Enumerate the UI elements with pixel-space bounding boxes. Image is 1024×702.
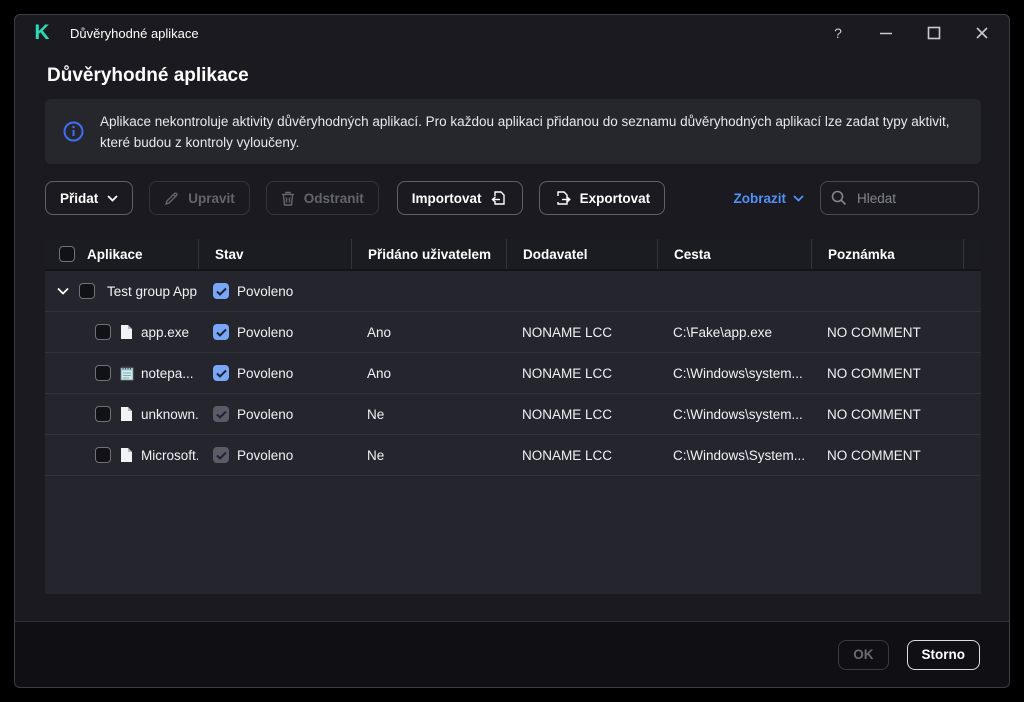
status-checkbox[interactable]	[213, 324, 229, 340]
path-cell: C:\Windows\System...	[657, 435, 811, 475]
import-icon	[491, 190, 508, 206]
document-icon	[120, 324, 134, 340]
path-cell: C:\Windows\system...	[657, 394, 811, 434]
comment-cell: NO COMMENT	[811, 394, 963, 434]
column-header-cesta: Cesta	[657, 239, 811, 269]
edit-button[interactable]: Upravit	[149, 181, 250, 215]
status-checkbox[interactable]	[213, 406, 229, 422]
comment-cell: NO COMMENT	[811, 312, 963, 352]
kaspersky-logo-icon: K	[31, 22, 53, 44]
banner-text: Aplikace nekontroluje aktivity důvěryhod…	[100, 111, 957, 153]
status-checkbox[interactable]	[213, 365, 229, 381]
export-button[interactable]: Exportovat	[539, 181, 666, 215]
search-icon	[831, 190, 847, 206]
info-banner: Aplikace nekontroluje aktivity důvěryhod…	[45, 99, 981, 164]
comment-cell: NO COMMENT	[811, 353, 963, 393]
table-group-row[interactable]: Test group App Povoleno	[45, 271, 981, 312]
extra-cell	[963, 353, 981, 393]
added-by-user-cell: Ano	[351, 353, 506, 393]
status-label: Povoleno	[237, 325, 293, 340]
vendor-cell: NONAME LCC	[506, 435, 657, 475]
status-checkbox[interactable]	[213, 283, 229, 299]
table-row[interactable]: unknown.... Povoleno Ne NONAME LCC C:\Wi…	[45, 394, 981, 435]
app-name: app.exe	[141, 325, 189, 340]
notepad-icon	[120, 365, 134, 381]
column-header-poznamka: Poznámka	[811, 239, 963, 269]
close-button[interactable]	[975, 26, 989, 40]
comment-cell: NO COMMENT	[811, 435, 963, 475]
added-by-user-cell: Ano	[351, 312, 506, 352]
add-button[interactable]: Přidat	[45, 181, 133, 215]
extra-cell	[963, 312, 981, 352]
edit-button-label: Upravit	[188, 191, 235, 206]
ok-button[interactable]: OK	[838, 640, 888, 670]
extra-cell	[963, 394, 981, 434]
window-title: Důvěryhodné aplikace	[70, 26, 199, 41]
table-body: Test group App Povoleno app.ex	[45, 271, 981, 594]
page-title: Důvěryhodné aplikace	[47, 65, 977, 91]
row-checkbox[interactable]	[95, 406, 111, 422]
footer: OK Storno	[15, 621, 1009, 687]
column-header-pridano-uzivatelem: Přidáno uživatelem	[351, 239, 506, 269]
chevron-down-icon	[793, 195, 804, 202]
expand-chevron-icon[interactable]	[57, 287, 69, 295]
delete-button-label: Odstranit	[304, 191, 364, 206]
titlebar: K Důvěryhodné aplikace ?	[15, 15, 1009, 51]
applications-table: Aplikace Stav Přidáno uživatelem Dodavat…	[45, 239, 981, 594]
export-icon	[554, 190, 571, 206]
column-header-aplikace: Aplikace	[45, 239, 198, 269]
column-header-dodavatel: Dodavatel	[506, 239, 657, 269]
select-all-checkbox[interactable]	[59, 246, 75, 262]
document-icon	[120, 406, 134, 422]
status-label: Povoleno	[237, 366, 293, 381]
view-dropdown-label: Zobrazit	[734, 191, 787, 206]
status-checkbox[interactable]	[213, 447, 229, 463]
column-header-extra	[963, 239, 981, 269]
info-icon	[63, 121, 84, 142]
cancel-button[interactable]: Storno	[907, 640, 981, 670]
window-controls: ?	[831, 26, 989, 40]
table-row[interactable]: notepa... Povoleno Ano NONAME LCC C:\Win…	[45, 353, 981, 394]
vendor-cell: NONAME LCC	[506, 353, 657, 393]
export-button-label: Exportovat	[580, 191, 651, 206]
status-label: Povoleno	[237, 448, 293, 463]
import-button[interactable]: Importovat	[397, 181, 523, 215]
added-by-user-cell: Ne	[351, 435, 506, 475]
row-checkbox[interactable]	[95, 324, 111, 340]
status-label: Povoleno	[237, 284, 293, 299]
delete-button[interactable]: Odstranit	[266, 181, 379, 215]
app-name: notepa...	[141, 366, 194, 381]
view-dropdown[interactable]: Zobrazit	[734, 191, 805, 206]
app-window: K Důvěryhodné aplikace ? Důvěryhodné apl…	[14, 14, 1010, 688]
trash-icon	[281, 191, 295, 206]
search-box	[820, 181, 979, 215]
path-cell: C:\Fake\app.exe	[657, 312, 811, 352]
help-button[interactable]: ?	[831, 26, 845, 40]
app-name: unknown....	[141, 407, 198, 422]
minimize-button[interactable]	[879, 26, 893, 40]
pencil-icon	[164, 191, 179, 206]
table-row[interactable]: app.exe Povoleno Ano NONAME LCC C:\Fake\…	[45, 312, 981, 353]
row-checkbox[interactable]	[79, 283, 95, 299]
vendor-cell: NONAME LCC	[506, 394, 657, 434]
app-name: Microsoft...	[141, 448, 198, 463]
import-button-label: Importovat	[412, 191, 482, 206]
maximize-button[interactable]	[927, 26, 941, 40]
row-checkbox[interactable]	[95, 447, 111, 463]
path-cell: C:\Windows\system...	[657, 353, 811, 393]
vendor-cell: NONAME LCC	[506, 312, 657, 352]
added-by-user-cell: Ne	[351, 394, 506, 434]
column-header-stav: Stav	[198, 239, 351, 269]
table-row[interactable]: Microsoft... Povoleno Ne NONAME LCC C:\W…	[45, 435, 981, 476]
status-label: Povoleno	[237, 407, 293, 422]
row-checkbox[interactable]	[95, 365, 111, 381]
chevron-down-icon	[107, 195, 118, 202]
document-icon	[120, 447, 134, 463]
group-name: Test group App	[107, 284, 197, 299]
table-header: Aplikace Stav Přidáno uživatelem Dodavat…	[45, 239, 981, 271]
extra-cell	[963, 435, 981, 475]
toolbar: Přidat Upravit Odstranit Importovat Expo…	[45, 181, 979, 215]
add-button-label: Přidat	[60, 191, 98, 206]
